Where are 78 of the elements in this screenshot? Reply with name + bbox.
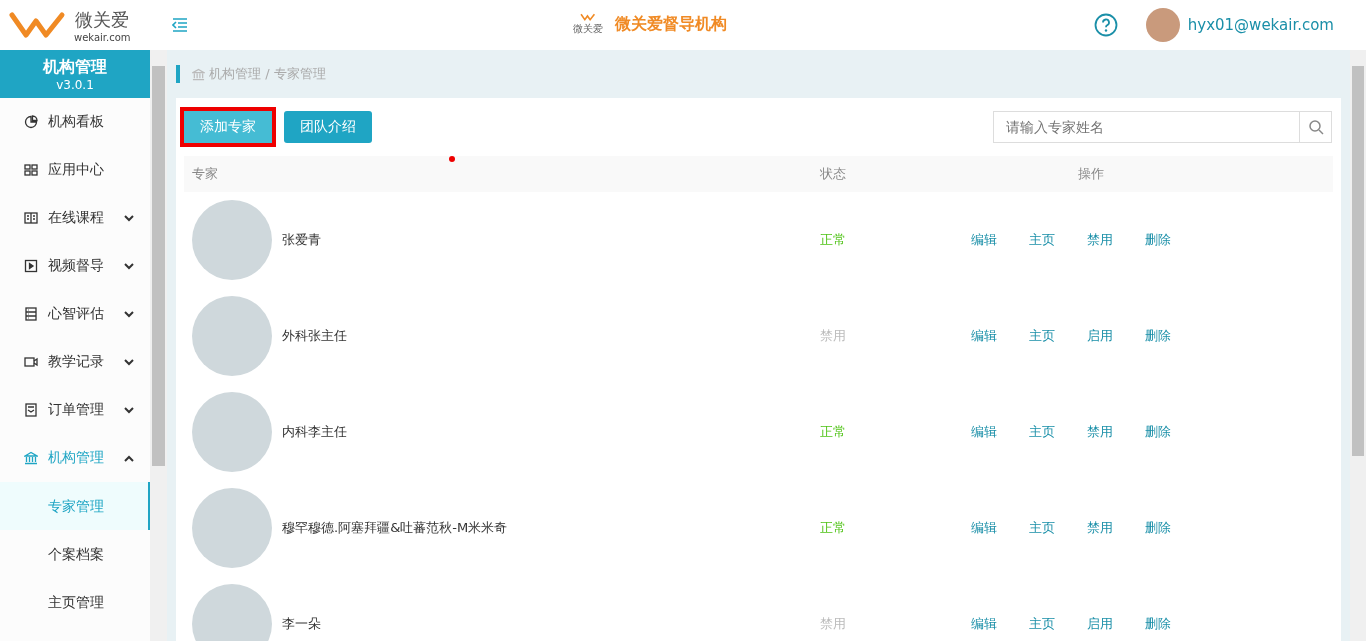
logo-icon [580, 12, 596, 22]
play-icon [24, 259, 38, 273]
action-link[interactable]: 启用 [1087, 615, 1113, 633]
sidebar-item[interactable]: 心智评估 [0, 290, 150, 338]
bank-icon [24, 451, 38, 465]
search-field[interactable]: 请输入专家姓名 [993, 111, 1300, 143]
action-link[interactable]: 编辑 [971, 519, 997, 537]
action-link[interactable]: 编辑 [971, 327, 997, 345]
sidebar-item[interactable]: 机构管理 [0, 434, 150, 482]
scrollbar[interactable] [1350, 50, 1366, 641]
action-link[interactable]: 删除 [1145, 231, 1171, 249]
org-title: 微关爱督导机构 [615, 13, 727, 35]
chevron-down-icon [124, 214, 134, 222]
expert-name: 穆罕穆德.阿塞拜疆&吐蕃范秋-M米米奇 [282, 519, 508, 537]
sidebar-item[interactable]: 应用中心 [0, 146, 150, 194]
logo-caption: 微关爱 [573, 22, 603, 36]
toolbar-button[interactable]: 团队介绍 [284, 111, 372, 143]
sidebar-item[interactable]: 视频督导 [0, 242, 150, 290]
status-text: 禁用 [820, 615, 847, 633]
action-link[interactable]: 编辑 [971, 423, 997, 441]
help-icon[interactable] [1093, 13, 1118, 37]
action-link[interactable]: 删除 [1145, 615, 1171, 633]
sidebar-item[interactable]: 订单管理 [0, 386, 150, 434]
submenu-item[interactable]: 个案档案 [0, 530, 150, 578]
chevron-down-icon [124, 310, 134, 318]
action-link[interactable]: 禁用 [1087, 231, 1113, 249]
breadcrumb-text: 机构管理 / 专家管理 [209, 65, 326, 83]
action-link[interactable]: 删除 [1145, 423, 1171, 441]
marker-dot [449, 156, 455, 162]
expert-name: 李一朵 [282, 615, 321, 633]
action-link[interactable]: 主页 [1029, 231, 1055, 249]
book-icon [24, 211, 38, 225]
sidebar-item[interactable]: 教学记录 [0, 338, 150, 386]
chevron-down-icon [124, 406, 134, 414]
action-link[interactable]: 主页 [1029, 423, 1055, 441]
status-text: 正常 [820, 423, 847, 441]
search-icon[interactable] [1307, 119, 1324, 135]
submenu-item[interactable]: 主页管理 [0, 578, 150, 626]
action-link[interactable]: 禁用 [1087, 423, 1113, 441]
user-email[interactable]: hyx01@wekair.com [1187, 16, 1334, 34]
action-link[interactable]: 主页 [1029, 327, 1055, 345]
column-header: 状态 [820, 165, 847, 183]
document-icon [24, 403, 38, 417]
bank-icon [192, 67, 205, 81]
submenu-item[interactable]: 专家管理 [0, 482, 150, 530]
action-link[interactable]: 删除 [1145, 519, 1171, 537]
status-text: 正常 [820, 231, 847, 249]
sidebar-item[interactable]: 在线课程 [0, 194, 150, 242]
brand-name: 微关爱 [75, 7, 130, 32]
chevron-down-icon [124, 262, 134, 270]
sidebar-item[interactable]: 机构看板 [0, 98, 150, 146]
user-avatar[interactable] [1145, 8, 1180, 42]
brand-domain: wekair.com [74, 31, 131, 43]
sidebar-title: 机构管理 [43, 56, 107, 78]
action-link[interactable]: 主页 [1029, 519, 1055, 537]
version-label: v3.0.1 [56, 77, 94, 92]
search-button[interactable] [1300, 111, 1332, 143]
column-header: 专家 [191, 165, 219, 183]
action-link[interactable]: 编辑 [971, 615, 997, 633]
status-text: 禁用 [820, 327, 847, 345]
chevron-down-icon [124, 358, 134, 366]
action-link[interactable]: 主页 [1029, 615, 1055, 633]
action-link[interactable]: 禁用 [1087, 519, 1113, 537]
scrollbar[interactable] [150, 50, 167, 641]
expert-name: 外科张主任 [282, 327, 347, 345]
action-link[interactable]: 启用 [1087, 327, 1113, 345]
chevron-up-icon [124, 454, 134, 462]
status-text: 正常 [820, 519, 847, 537]
pie-chart-icon [24, 115, 38, 129]
action-link[interactable]: 删除 [1145, 327, 1171, 345]
expert-name: 张爱青 [282, 231, 321, 249]
menu-collapse-icon[interactable] [172, 18, 188, 32]
column-header: 操作 [1077, 165, 1105, 183]
video-camera-icon [24, 355, 38, 369]
grid-icon [24, 163, 38, 177]
expert-name: 内科李主任 [282, 423, 347, 441]
list-icon [24, 307, 38, 321]
action-link[interactable]: 编辑 [971, 231, 997, 249]
